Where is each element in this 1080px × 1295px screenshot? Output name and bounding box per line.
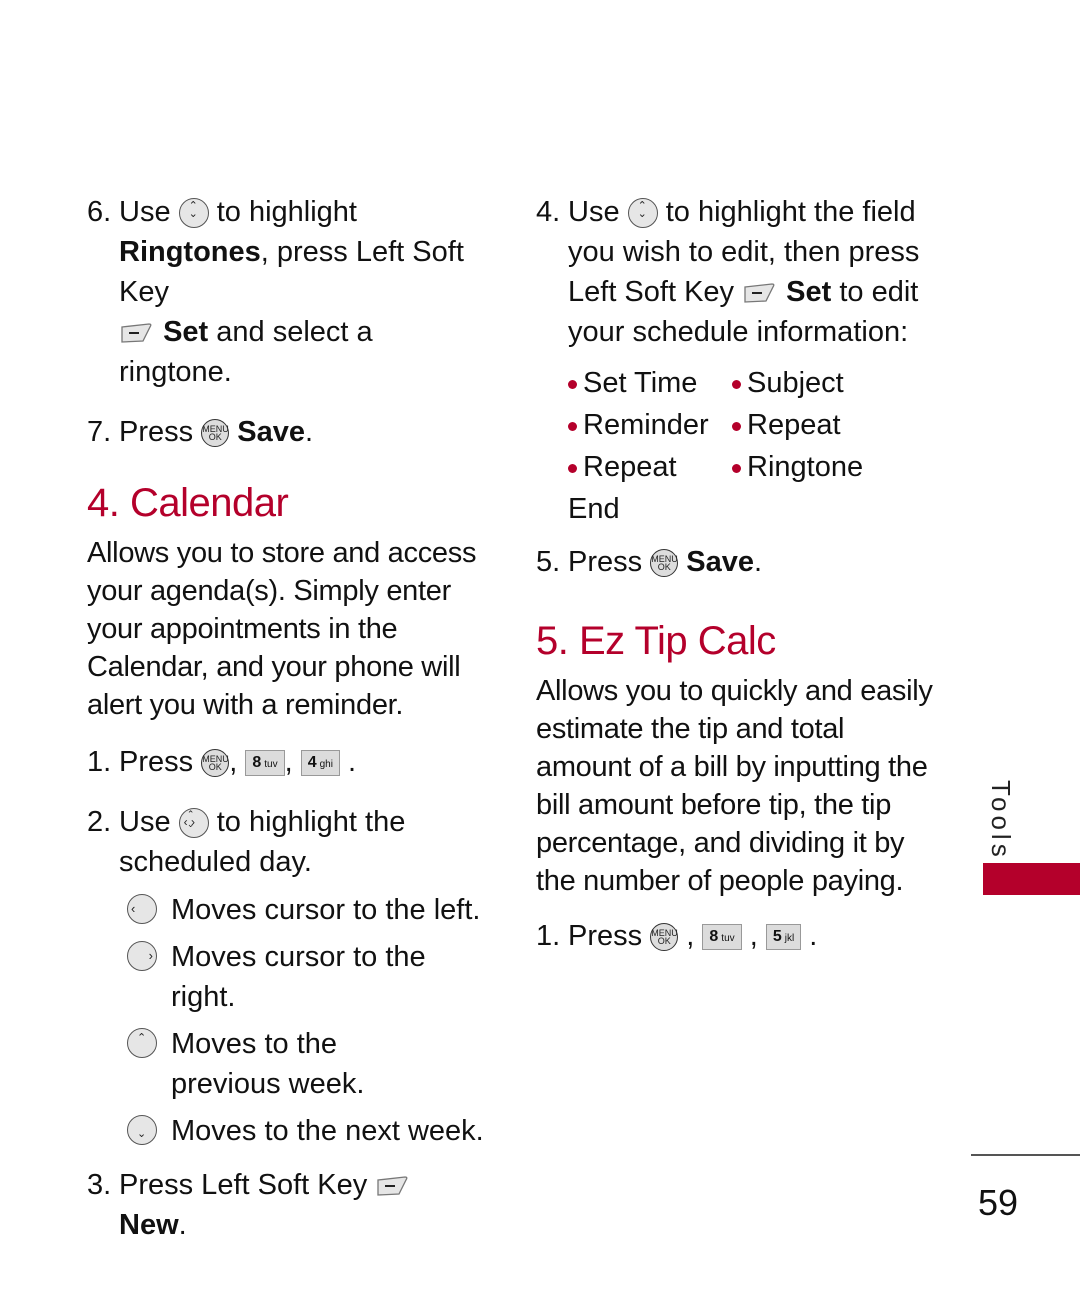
calendar-step-4: 4. Use to highlight the field you wish t… [536, 192, 936, 352]
bullet-icon [568, 463, 577, 473]
menu-ok-icon: MENU OK [650, 549, 679, 578]
nav-down-icon [127, 1115, 157, 1145]
section-tab-label: Tools [986, 780, 1016, 861]
nav-up-icon [127, 1028, 157, 1058]
nav-list: Moves cursor to the left. Moves cursor t… [127, 890, 487, 1151]
bullet-icon [732, 463, 741, 473]
left-soft-key-icon [121, 323, 152, 344]
field-row: Reminder Repeat [568, 404, 936, 446]
nav-right-icon [127, 941, 157, 971]
tip-calc-step-1: 1. Press MENU OK , 8 tuv , 5 jkl . [536, 920, 818, 952]
bullet-icon [732, 421, 741, 431]
nav-item-left: Moves cursor to the left. [127, 890, 487, 930]
key-5-jkl-icon: 5 jkl [765, 924, 802, 951]
step-6: 6. Use to highlight Ringtones, press Lef… [87, 192, 487, 392]
section-title-ez-tip-calc: 5. Ez Tip Calc [536, 619, 776, 663]
section-tab-marker [983, 863, 1080, 895]
bullet-icon [568, 421, 577, 431]
calendar-step-1: 1. Press MENU OK, 8 tuv, 4 ghi . [87, 746, 357, 778]
calendar-step-3: 3. Press Left Soft Key New. [87, 1165, 487, 1245]
menu-ok-icon: MENU OK [650, 923, 679, 952]
nav-left-icon [127, 894, 157, 924]
bullet-icon [732, 379, 741, 389]
tip-calc-description: Allows you to quickly and easily estimat… [536, 675, 933, 897]
nav-up-down-icon [627, 198, 658, 229]
calendar-description: Allows you to store and access your agen… [87, 537, 477, 721]
left-column: 6. Use to highlight Ringtones, press Lef… [87, 192, 487, 1245]
bullet-icon [568, 379, 577, 389]
key-8-tuv-icon: 8 tuv [245, 750, 285, 777]
page-number: 59 [978, 1182, 1019, 1223]
nav-item-right: Moves cursor to the right. [127, 937, 487, 1017]
calendar-step-2: 2. Use to highlight the scheduled day. [87, 802, 487, 882]
calendar-step-5: 5. Press MENU OK Save. [536, 546, 763, 578]
schedule-fields: Set Time Subject Reminder Repeat Repeat … [568, 362, 936, 530]
right-column: 4. Use to highlight the field you wish t… [536, 192, 936, 956]
key-8-tuv-icon: 8 tuv [702, 924, 742, 951]
section-title-calendar: 4. Calendar [87, 481, 289, 525]
key-4-ghi-icon: 4 ghi [300, 750, 340, 777]
step-7: 7. Press MENU OK Save. [87, 416, 314, 448]
nav-four-way-icon [178, 808, 209, 839]
nav-item-down: Moves to the next week. [127, 1111, 487, 1151]
nav-up-down-icon [178, 198, 209, 229]
field-row: Set Time Subject [568, 362, 936, 404]
footer-divider [971, 1154, 1080, 1156]
menu-ok-icon: MENU OK [201, 419, 230, 448]
nav-item-up: Moves to the previous week. [127, 1024, 451, 1104]
menu-ok-icon: MENU OK [201, 749, 230, 778]
left-soft-key-icon [744, 283, 775, 304]
field-row: Repeat End Ringtone [568, 451, 864, 525]
left-soft-key-icon [377, 1176, 408, 1197]
